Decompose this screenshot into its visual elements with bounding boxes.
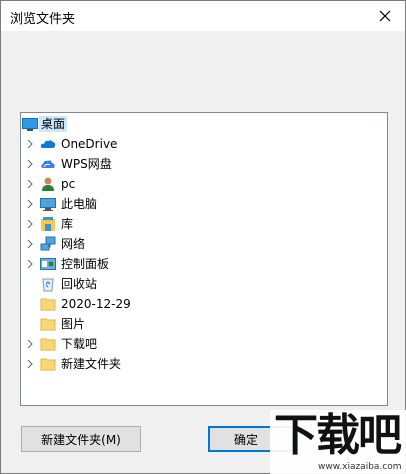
tree-item-label: 2020-12-29 — [61, 297, 131, 311]
chevron-right-icon[interactable] — [24, 258, 36, 270]
tree-item-this-pc[interactable]: 此电脑 — [21, 194, 387, 214]
folder-icon — [40, 316, 56, 332]
watermark-url: www.xiazaiba.com — [318, 462, 402, 472]
network-icon — [40, 236, 56, 252]
tree-item-label: 控制面板 — [61, 257, 110, 271]
desktop-icon — [22, 116, 38, 132]
chevron-right-icon[interactable] — [24, 358, 36, 370]
tree-item-label: 回收站 — [61, 277, 98, 291]
tree-item-pc-user[interactable]: pc — [21, 174, 387, 194]
tree-item-control-panel[interactable]: 控制面板 — [21, 254, 387, 274]
site-watermark: 下载吧 www.xiazaiba.com — [270, 410, 406, 474]
chevron-right-icon[interactable] — [24, 138, 36, 150]
folder-icon — [40, 336, 56, 352]
onedrive-cloud-icon — [40, 136, 56, 152]
tree-item-label: 新建文件夹 — [61, 357, 122, 371]
chevron-right-icon[interactable] — [24, 178, 36, 190]
tree-item-library[interactable]: 库 — [21, 214, 387, 234]
recycle-bin-icon — [40, 276, 56, 292]
wps-cloud-icon — [40, 156, 56, 172]
tree-item-label: 库 — [61, 217, 74, 231]
tree-item-new-folder[interactable]: 新建文件夹 — [21, 354, 387, 374]
close-icon — [379, 10, 391, 22]
chevron-right-icon[interactable] — [24, 338, 36, 350]
tree-item-pictures[interactable]: 图片 — [21, 314, 387, 334]
tree-item-onedrive[interactable]: OneDrive — [21, 134, 387, 154]
tree-item-label: 桌面 — [39, 116, 68, 132]
close-button[interactable] — [365, 1, 405, 31]
tree-item-label: OneDrive — [61, 137, 118, 151]
watermark-logo-text: 下载吧 — [274, 410, 402, 461]
new-folder-button[interactable]: 新建文件夹(M) — [21, 426, 141, 452]
tree-item-folder-2020-12-29[interactable]: 2020-12-29 — [21, 294, 387, 314]
folder-tree[interactable]: 桌面 OneDrive WPS网盘 pc 此电脑 库 网络 控制面板 回收站 2… — [20, 112, 388, 406]
chevron-right-icon[interactable] — [24, 238, 36, 250]
folder-icon — [40, 356, 56, 372]
library-icon — [40, 216, 56, 232]
title-bar[interactable]: 浏览文件夹 — [1, 1, 405, 31]
tree-item-label: 此电脑 — [61, 197, 98, 211]
user-icon — [40, 176, 56, 192]
tree-item-label: 图片 — [61, 317, 86, 331]
tree-item-desktop[interactable]: 桌面 — [21, 114, 387, 134]
tree-item-label: WPS网盘 — [61, 157, 112, 171]
new-folder-button-label: 新建文件夹(M) — [41, 432, 121, 447]
tree-item-wps-cloud[interactable]: WPS网盘 — [21, 154, 387, 174]
tree-item-label: 下载吧 — [61, 337, 98, 351]
control-panel-icon — [40, 256, 56, 272]
tree-item-label: 网络 — [61, 237, 86, 251]
chevron-right-icon[interactable] — [24, 218, 36, 230]
tree-item-label: pc — [61, 177, 76, 191]
folder-icon — [40, 296, 56, 312]
ok-button-label: 确定 — [233, 432, 258, 447]
browse-folder-dialog: 浏览文件夹 桌面 OneDrive WPS网盘 pc 此电脑 库 网络 控制面板… — [0, 0, 406, 474]
dialog-title: 浏览文件夹 — [10, 12, 76, 27]
tree-item-xiazaiba[interactable]: 下载吧 — [21, 334, 387, 354]
chevron-right-icon[interactable] — [24, 198, 36, 210]
chevron-right-icon[interactable] — [24, 158, 36, 170]
computer-icon — [40, 196, 56, 212]
tree-item-network[interactable]: 网络 — [21, 234, 387, 254]
tree-item-recycle-bin[interactable]: 回收站 — [21, 274, 387, 294]
